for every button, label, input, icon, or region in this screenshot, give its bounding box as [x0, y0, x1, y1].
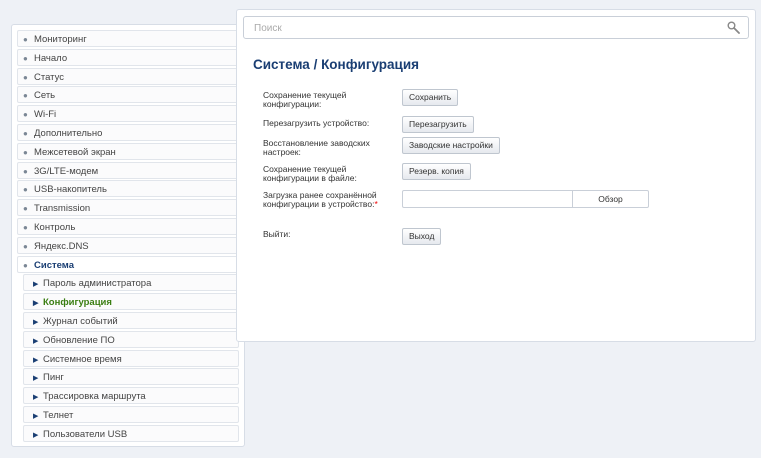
circle-chevron-right-icon: ●	[23, 204, 28, 214]
circle-chevron-right-icon: ●	[23, 110, 28, 120]
sidebar-item-label: Контроль	[34, 221, 76, 233]
sidebar-item-start[interactable]: ● Начало	[17, 48, 239, 66]
sidebar-item-label: Пользователи USB	[43, 428, 128, 440]
factory-reset-label: Восстановление заводских настроек:	[263, 138, 370, 157]
save-button[interactable]: Сохранить	[402, 89, 459, 106]
sidebar-item-status[interactable]: ● Статус	[17, 67, 239, 85]
sidebar-subitem-system-time[interactable]: ▶ Системное время	[23, 349, 239, 367]
reboot-button[interactable]: Перезагрузить	[402, 116, 474, 133]
circle-chevron-right-icon: ●	[23, 185, 28, 195]
sidebar-item-monitoring[interactable]: ● Мониторинг	[17, 30, 239, 47]
sidebar-item-network[interactable]: ● Сеть	[17, 86, 239, 104]
sidebar-item-label: Пароль администратора	[43, 278, 152, 290]
sidebar-subitem-firmware-update[interactable]: ▶ Обновление ПО	[23, 330, 239, 348]
sidebar-item-label: Система	[34, 259, 74, 271]
reboot-label: Перезагрузить устройство:	[263, 118, 370, 128]
sidebar-subitem-telnet[interactable]: ▶ Телнет	[23, 405, 239, 423]
sidebar-item-firewall[interactable]: ● Межсетевой экран	[17, 142, 239, 160]
sidebar: ● Мониторинг ● Начало ● Статус ● Сеть ● Wi-Fi…	[11, 24, 245, 447]
triangle-right-icon: ▶	[33, 431, 39, 439]
sidebar-subitem-configuration[interactable]: ▶ Конфигурация	[23, 293, 239, 311]
triangle-right-icon: ▶	[33, 394, 39, 402]
factory-reset-button[interactable]: Заводские настройки	[402, 137, 500, 154]
circle-chevron-right-icon: ●	[23, 35, 28, 44]
triangle-right-icon: ▶	[33, 375, 39, 383]
sidebar-item-label: Телнет	[43, 409, 74, 421]
sidebar-item-label: Межсетевой экран	[34, 146, 116, 158]
triangle-right-icon: ▶	[33, 356, 39, 364]
search-input[interactable]	[252, 17, 716, 39]
upload-config-label: Загрузка ранее сохранённой конфигурации …	[263, 191, 391, 209]
sidebar-subitem-event-log[interactable]: ▶ Журнал событий	[23, 311, 239, 329]
sidebar-item-advanced[interactable]: ● Дополнительно	[17, 123, 239, 141]
sidebar-item-label: Wi-Fi	[34, 109, 57, 121]
sidebar-subitem-traceroute[interactable]: ▶ Трассировка маршрута	[23, 387, 239, 405]
sidebar-item-label: Обновление ПО	[43, 334, 115, 346]
search-icon[interactable]	[727, 21, 740, 37]
sidebar-item-label: Начало	[34, 52, 68, 64]
logout-button[interactable]: Выход	[402, 228, 442, 245]
triangle-right-icon: ▶	[33, 318, 39, 326]
triangle-right-icon: ▶	[33, 281, 39, 289]
browse-button[interactable]: Обзор	[573, 190, 649, 208]
circle-chevron-right-icon: ●	[23, 241, 28, 251]
triangle-right-icon: ▶	[33, 300, 39, 308]
sidebar-item-label: Пинг	[43, 372, 64, 384]
sidebar-item-label: 3G/LTE-модем	[34, 165, 99, 177]
sidebar-item-3g-lte-modem[interactable]: ● 3G/LTE-модем	[17, 161, 239, 179]
sidebar-item-label: Дополнительно	[34, 127, 103, 139]
sidebar-item-usb-storage[interactable]: ● USB-накопитель	[17, 180, 239, 198]
sidebar-item-label: Журнал событий	[43, 315, 118, 327]
required-marker: *	[374, 199, 378, 209]
sidebar-item-yandex-dns[interactable]: ● Яндекс.DNS	[17, 236, 239, 254]
content-panel: Система / Конфигурация Сохранение текуще…	[236, 9, 756, 342]
page-title: Система / Конфигурация	[253, 57, 420, 72]
circle-chevron-right-icon: ●	[23, 147, 28, 157]
sidebar-subitem-admin-password[interactable]: ▶ Пароль администратора	[23, 274, 239, 292]
file-path-field[interactable]	[402, 190, 573, 208]
circle-chevron-right-icon: ●	[23, 166, 28, 176]
sidebar-item-label: Конфигурация	[43, 297, 112, 309]
upload-config-label-text: Загрузка ранее сохранённой конфигурации …	[263, 190, 377, 209]
sidebar-item-label: Transmission	[34, 203, 91, 215]
sidebar-menu: ● Мониторинг ● Начало ● Статус ● Сеть ● Wi-Fi…	[17, 30, 239, 444]
sidebar-item-system[interactable]: ● Система	[17, 255, 239, 273]
sidebar-item-label: Сеть	[34, 90, 56, 102]
circle-chevron-right-icon: ●	[23, 91, 28, 101]
triangle-right-icon: ▶	[33, 412, 39, 420]
sidebar-item-label: Мониторинг	[34, 34, 87, 45]
circle-chevron-down-icon: ●	[23, 260, 28, 270]
sidebar-item-transmission[interactable]: ● Transmission	[17, 199, 239, 217]
sidebar-item-label: Трассировка маршрута	[43, 391, 146, 403]
sidebar-item-control[interactable]: ● Контроль	[17, 217, 239, 235]
backup-button[interactable]: Резерв. копия	[402, 163, 471, 180]
circle-chevron-right-icon: ●	[23, 222, 28, 232]
sidebar-item-label: Системное время	[43, 353, 122, 365]
sidebar-item-label: USB-накопитель	[34, 184, 107, 196]
circle-chevron-right-icon: ●	[23, 128, 28, 138]
logout-label: Выйти:	[263, 229, 291, 239]
circle-chevron-right-icon: ●	[23, 53, 28, 63]
sidebar-item-label: Статус	[34, 71, 65, 83]
save-config-label: Сохранение текущей конфигурации:	[263, 90, 347, 109]
triangle-right-icon: ▶	[33, 337, 39, 345]
sidebar-subitem-ping[interactable]: ▶ Пинг	[23, 368, 239, 386]
circle-chevron-right-icon: ●	[23, 72, 28, 82]
backup-label: Сохранение текущей конфигурации в файле:	[263, 164, 357, 183]
sidebar-subitem-usb-users[interactable]: ▶ Пользователи USB	[23, 424, 239, 442]
sidebar-item-wifi[interactable]: ● Wi-Fi	[17, 105, 239, 123]
search-box	[243, 16, 749, 39]
sidebar-item-label: Яндекс.DNS	[34, 240, 89, 252]
